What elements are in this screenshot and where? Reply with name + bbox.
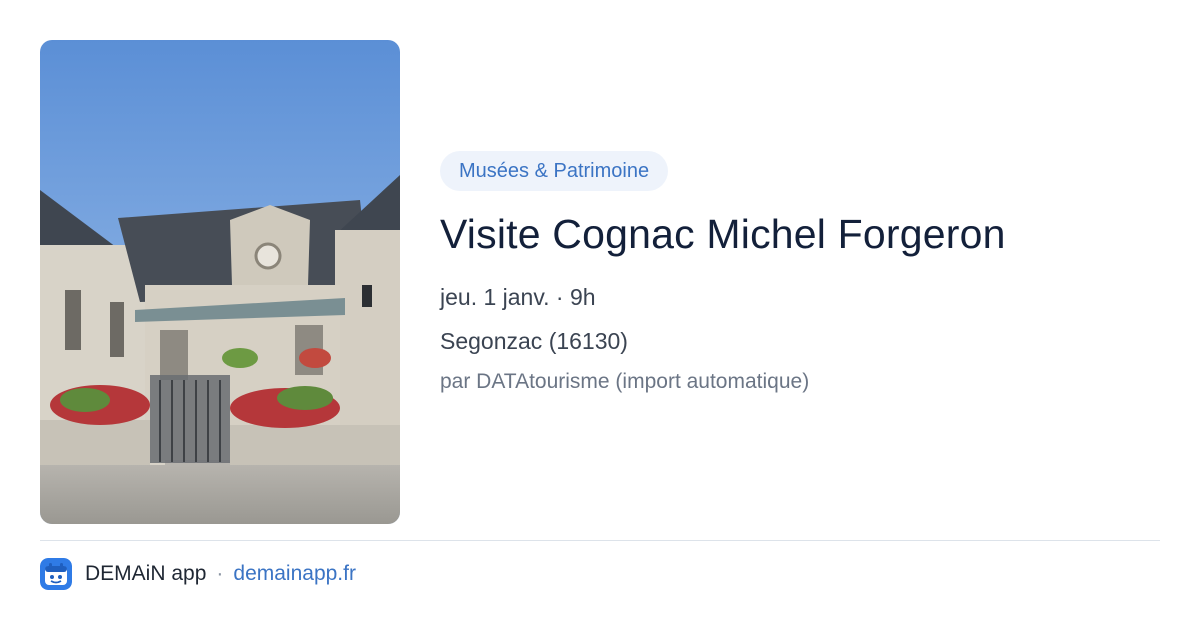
- site-link[interactable]: demainapp.fr: [233, 562, 356, 586]
- event-author: par DATAtourisme (import automatique): [440, 370, 810, 393]
- event-photo: [40, 40, 400, 524]
- event-date: jeu. 1 janv. · 9h: [440, 284, 596, 310]
- building-photo-image: [40, 40, 400, 524]
- demain-app-icon: [40, 558, 72, 590]
- event-card[interactable]: Musées & Patrimoine Visite Cognac Michel…: [0, 0, 1200, 630]
- app-name: DEMAiN app: [85, 562, 207, 585]
- event-info: Musées & Patrimoine Visite Cognac Michel…: [440, 151, 1160, 396]
- footer-divider: [40, 540, 1160, 541]
- event-location: Segonzac (16130): [440, 328, 628, 354]
- event-title: Visite Cognac Michel Forgeron: [440, 211, 1006, 257]
- footer-separator: ·: [216, 562, 224, 585]
- footer: DEMAiN app · demainapp.fr: [40, 558, 356, 590]
- category-badge[interactable]: Musées & Patrimoine: [440, 151, 669, 191]
